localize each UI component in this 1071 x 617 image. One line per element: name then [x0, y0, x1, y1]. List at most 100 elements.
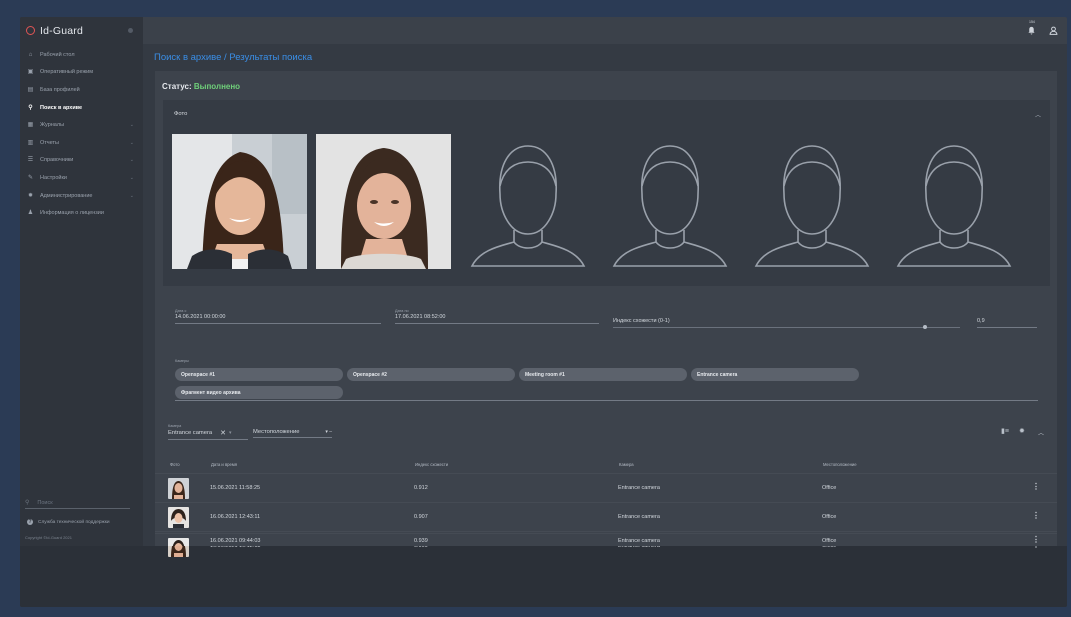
user-icon[interactable]	[1049, 26, 1058, 35]
date-from-field[interactable]: Дата с 14.06.2021 00:00:00	[175, 309, 381, 324]
table-header: Фото Дата и время Индекс схожести Камера…	[155, 460, 1057, 471]
sidebar-item-label: Оперативный режим	[40, 69, 94, 76]
similarity-slider-handle[interactable]	[923, 325, 928, 329]
dropdown-arrow-icon[interactable]: ▾ –	[325, 429, 332, 435]
sidebar-item-profiles[interactable]: ▤ База профилей	[20, 81, 143, 99]
sidebar-item-label: Рабочий стол	[40, 51, 75, 58]
more-vert-icon[interactable]: ⋮	[1032, 535, 1040, 544]
column-header[interactable]: Индекс схожести	[415, 462, 448, 467]
query-photo-1[interactable]	[172, 134, 307, 269]
date-to-field[interactable]: Дата по 17.06.2021 08:52:00	[395, 309, 599, 324]
row-camera: Entrance camera	[618, 538, 660, 544]
photo-panel-title: Фото	[174, 111, 188, 117]
sidebar-item-label: База профилей	[40, 86, 80, 93]
journal-icon: ▦	[27, 122, 34, 129]
clear-icon[interactable]: ✕	[220, 429, 226, 437]
sidebar-item-live[interactable]: ▣ Оперативный режим	[20, 64, 143, 82]
export-icon[interactable]: ▮≡	[1001, 427, 1009, 435]
copyright: Copyright ©Id-Guard 2021	[25, 535, 72, 540]
sidebar-item-reports[interactable]: ▥ Отчеты ⌄	[20, 134, 143, 152]
support-link[interactable]: ? Служба технической поддержки	[27, 519, 110, 525]
field-underline	[168, 439, 248, 440]
query-photo-2[interactable]	[316, 134, 451, 269]
row-location: Office	[822, 538, 837, 544]
dropdown-arrow-icon[interactable]: ▾	[229, 430, 232, 436]
date-to-label: Дата по	[395, 309, 409, 313]
chevron-up-icon[interactable]: ︿	[1035, 110, 1041, 119]
sidebar-item-label: Настройки	[40, 174, 67, 181]
chevron-up-icon[interactable]: ︿	[1038, 428, 1044, 437]
column-header[interactable]: Фото	[170, 462, 180, 467]
result-thumbnail[interactable]	[168, 478, 189, 499]
table-camera-filter[interactable]: Камера Entrance camera ✕ ▾	[168, 424, 248, 440]
report-icon: ▥	[27, 139, 34, 146]
similarity-slider-track[interactable]	[613, 327, 960, 328]
row-camera: Entrance camera	[618, 514, 660, 520]
photo-placeholder[interactable]	[886, 134, 1021, 269]
collapse-sidebar-icon[interactable]	[128, 28, 133, 33]
camera-chip[interactable]: Openspace #1	[175, 368, 343, 381]
table-row[interactable]: 16.06.2021 12:43:11 0.907 Entrance camer…	[155, 502, 1057, 531]
sidebar-search-placeholder: Поиск	[37, 499, 53, 506]
settings-icon[interactable]: ✹	[1019, 427, 1025, 435]
camera-chip[interactable]: Meeting room #1	[519, 368, 687, 381]
row-similarity: 0.912	[414, 485, 428, 491]
camera-chip[interactable]: Openspace #2	[347, 368, 515, 381]
row-datetime: 16.06.2021 09:44:03	[210, 538, 261, 544]
location-placeholder: Местоположение	[253, 429, 300, 435]
id-card-icon: ▤	[27, 86, 34, 93]
sidebar-item-label: Отчеты	[40, 139, 60, 146]
camera-chip[interactable]: Entrance camera	[691, 368, 859, 381]
result-thumbnail[interactable]	[168, 507, 189, 528]
photo-placeholder[interactable]	[744, 134, 879, 269]
license-icon: ♟	[27, 210, 34, 217]
notification-count: 154	[1029, 20, 1035, 24]
row-datetime: 16.06.2021 12:43:11	[210, 514, 261, 520]
camera-chip[interactable]: Фрагмент видео архива	[175, 386, 343, 399]
sidebar: Id-Guard ⌂ Рабочий стол ▣ Оперативный режи…	[20, 17, 143, 546]
row-camera: Entrance camera	[618, 485, 660, 491]
cameras-label: Камеры	[175, 359, 189, 363]
sidebar-item-desktop[interactable]: ⌂ Рабочий стол	[20, 46, 143, 64]
bell-icon[interactable]	[1027, 26, 1036, 35]
chevron-down-icon: ⌄	[129, 174, 134, 181]
topbar: 154	[143, 17, 1067, 44]
sidebar-item-journals[interactable]: ▦ Журналы ⌄	[20, 116, 143, 134]
row-location: Office	[822, 514, 837, 520]
table-camera-value: Entrance camera	[168, 430, 213, 436]
brand[interactable]: Id-Guard	[20, 17, 143, 44]
field-underline	[175, 323, 381, 324]
column-header[interactable]: Местоположение	[823, 462, 857, 467]
status-value: Выполнено	[193, 82, 241, 91]
more-vert-icon[interactable]: ⋮	[1032, 482, 1040, 491]
app-title: Id-Guard	[40, 24, 84, 37]
main-content: Поиск в архиве / Результаты поиска Стату…	[143, 44, 1067, 557]
cameras-underline	[175, 400, 1038, 401]
page-title: Поиск в архиве / Результаты поиска	[154, 52, 313, 63]
sidebar-item-administration[interactable]: ✹ Администрирование ⌄	[20, 187, 143, 205]
more-vert-icon[interactable]: ⋮	[1032, 511, 1040, 520]
sidebar-item-settings[interactable]: ✎ Настройки ⌄	[20, 169, 143, 187]
photo-placeholder[interactable]	[602, 134, 737, 269]
sidebar-item-label: Администрирование	[40, 192, 93, 199]
date-from-label: Дата с	[175, 309, 187, 313]
app-window: Id-Guard ⌂ Рабочий стол ▣ Оперативный режи…	[20, 17, 1067, 607]
date-from-value: 14.06.2021 00:00:00	[175, 314, 226, 320]
result-thumbnail[interactable]	[168, 538, 189, 546]
sidebar-search-input[interactable]: ⚲ Поиск	[25, 497, 130, 509]
sidebar-item-archive-search[interactable]: ⚲ Поиск в архиве	[20, 99, 143, 117]
table-row[interactable]: 15.06.2021 11:58:25 0.912 Entrance camer…	[155, 473, 1057, 502]
gear-icon: ✹	[27, 192, 34, 199]
column-header[interactable]: Дата и время	[211, 462, 237, 467]
sidebar-item-references[interactable]: ☰ Справочники ⌄	[20, 152, 143, 170]
sidebar-item-license[interactable]: ♟ Информация о лицензии	[20, 204, 143, 222]
table-camera-label: Камера	[168, 424, 182, 428]
similarity-value-field[interactable]: 0,9	[977, 317, 1037, 328]
column-header[interactable]: Камера	[619, 462, 634, 467]
sidebar-item-label: Журналы	[40, 122, 65, 129]
location-filter[interactable]: Местоположение ▾ –	[253, 429, 332, 438]
status-label: Статус:	[162, 82, 192, 91]
table-row[interactable]: 16.06.2021 09:44:03 0.939 Entrance camer…	[155, 533, 1057, 546]
similarity-label-field: Индекс схожести (0-1)	[613, 317, 763, 324]
photo-placeholder[interactable]	[460, 134, 595, 269]
